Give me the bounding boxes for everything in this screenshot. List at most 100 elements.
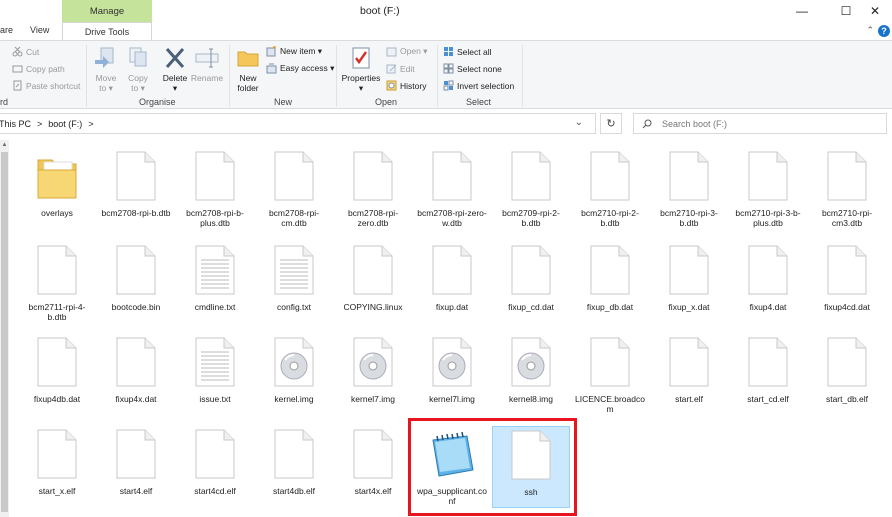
- minimize-button[interactable]: —: [785, 0, 819, 22]
- cut-button[interactable]: Cut: [12, 46, 39, 57]
- file-item[interactable]: cmdline.txt: [176, 242, 254, 312]
- file-item[interactable]: fixup4db.dat: [18, 334, 96, 404]
- file-item[interactable]: fixup_cd.dat: [492, 242, 570, 312]
- refresh-button[interactable]: ↻: [600, 113, 622, 134]
- disc-image-icon: [511, 337, 551, 387]
- paste-shortcut-icon: [13, 80, 22, 91]
- file-item[interactable]: fixup_x.dat: [650, 242, 728, 312]
- tab-share[interactable]: are: [0, 25, 13, 35]
- select-none-button[interactable]: Select none: [443, 63, 502, 74]
- scroll-up-icon[interactable]: ▲: [0, 140, 9, 150]
- file-icon: [748, 245, 788, 295]
- file-item[interactable]: bcm2710-rpi-2-b.dtb: [571, 148, 649, 228]
- file-item[interactable]: bcm2709-rpi-2-b.dtb: [492, 148, 570, 228]
- file-item[interactable]: overlays: [18, 148, 96, 218]
- new-folder-button[interactable]: New folder: [233, 46, 263, 93]
- properties-button[interactable]: Properties ▾: [340, 46, 382, 93]
- file-item[interactable]: bcm2708-rpi-b-plus.dtb: [176, 148, 254, 228]
- easy-access-button[interactable]: Easy access ▾: [266, 63, 334, 74]
- file-icon: [195, 151, 235, 201]
- move-to-button[interactable]: Move to ▾: [92, 46, 120, 93]
- file-icon: [274, 429, 314, 479]
- history-button[interactable]: History: [386, 80, 426, 91]
- file-name: cmdline.txt: [194, 302, 236, 312]
- close-button[interactable]: ✕: [858, 0, 892, 22]
- title-bar: Manage boot (F:) — ☐ ✕: [0, 0, 892, 24]
- file-item[interactable]: start.elf: [650, 334, 728, 404]
- file-item[interactable]: start4x.elf: [334, 426, 412, 496]
- file-item[interactable]: fixup4.dat: [729, 242, 807, 312]
- address-row: This PC > boot (F:) > ⌄ ↻ Search boot (F…: [0, 110, 892, 138]
- file-item[interactable]: fixup4cd.dat: [808, 242, 886, 312]
- crumb-separator[interactable]: >: [37, 119, 42, 129]
- file-item[interactable]: start_x.elf: [18, 426, 96, 496]
- crumb-separator[interactable]: >: [88, 119, 93, 129]
- window-title: boot (F:): [360, 5, 400, 17]
- file-item[interactable]: bootcode.bin: [97, 242, 175, 312]
- file-name: kernel8.img: [509, 394, 553, 404]
- file-item[interactable]: config.txt: [255, 242, 333, 312]
- file-item[interactable]: start4db.elf: [255, 426, 333, 496]
- file-item[interactable]: LICENCE.broadcom: [571, 334, 649, 414]
- rename-button[interactable]: Rename: [190, 46, 224, 83]
- address-bar[interactable]: This PC > boot (F:) > ⌄: [0, 113, 596, 134]
- file-item[interactable]: fixup_db.dat: [571, 242, 649, 312]
- file-item[interactable]: bcm2710-rpi-3-b.dtb: [650, 148, 728, 228]
- crumb-this-pc[interactable]: This PC: [0, 119, 31, 129]
- delete-x-icon: [165, 48, 185, 68]
- copy-path-button[interactable]: Copy path: [12, 63, 65, 74]
- file-name: COPYING.linux: [343, 302, 403, 312]
- new-item-button[interactable]: New item ▾: [266, 46, 322, 57]
- copy-to-button[interactable]: Copy to ▾: [124, 46, 152, 93]
- address-dropdown-icon[interactable]: ⌄: [575, 117, 583, 128]
- file-item[interactable]: kernel.img: [255, 334, 333, 404]
- file-item[interactable]: bcm2710-rpi-cm3.dtb: [808, 148, 886, 228]
- select-all-button[interactable]: Select all: [443, 46, 492, 57]
- file-item[interactable]: fixup4x.dat: [97, 334, 175, 404]
- help-icon[interactable]: ?: [878, 25, 890, 37]
- file-name: bcm2708-rpi-zero.dtb: [347, 208, 399, 228]
- crumb-boot[interactable]: boot (F:): [48, 119, 82, 129]
- file-item[interactable]: start4cd.elf: [176, 426, 254, 496]
- file-icon: [274, 151, 314, 201]
- new-item-icon: [266, 46, 276, 57]
- invert-selection-button[interactable]: Invert selection: [443, 80, 514, 91]
- file-view: ▲ overlays bcm2708-rpi-b.dtb bcm2708-rpi-b…: [0, 140, 892, 517]
- file-item[interactable]: issue.txt: [176, 334, 254, 404]
- file-item[interactable]: COPYING.linux: [334, 242, 412, 312]
- vertical-scrollbar[interactable]: ▲: [0, 140, 9, 517]
- file-icon: [116, 151, 156, 201]
- tab-view[interactable]: View: [30, 25, 49, 35]
- file-icon: [590, 245, 630, 295]
- file-item[interactable]: kernel7.img: [334, 334, 412, 404]
- file-name: start_db.elf: [825, 394, 869, 404]
- file-item[interactable]: bcm2708-rpi-zero.dtb: [334, 148, 412, 228]
- file-item[interactable]: kernel7l.img: [413, 334, 491, 404]
- file-item[interactable]: bcm2711-rpi-4-b.dtb: [18, 242, 96, 322]
- tab-drive-tools[interactable]: Drive Tools: [62, 22, 152, 40]
- scroll-thumb[interactable]: [1, 152, 8, 512]
- file-icon: [116, 245, 156, 295]
- file-item[interactable]: bcm2708-rpi-zero-w.dtb: [413, 148, 491, 228]
- file-item[interactable]: kernel8.img: [492, 334, 570, 404]
- file-item[interactable]: fixup.dat: [413, 242, 491, 312]
- paste-shortcut-button[interactable]: Paste shortcut: [12, 80, 80, 91]
- move-to-icon: [95, 47, 114, 68]
- select-group-label: Select: [466, 97, 492, 107]
- file-item[interactable]: start_db.elf: [808, 334, 886, 404]
- collapse-ribbon-icon[interactable]: ⌃: [866, 25, 874, 36]
- delete-button[interactable]: Delete ▾: [160, 46, 190, 93]
- file-name: overlays: [41, 208, 73, 218]
- contextual-tab-header: Manage: [62, 0, 152, 23]
- file-name: fixup_x.dat: [668, 302, 710, 312]
- file-item[interactable]: bcm2710-rpi-3-b-plus.dtb: [729, 148, 807, 228]
- search-input[interactable]: Search boot (F:): [633, 113, 887, 134]
- file-icon: [511, 245, 551, 295]
- edit-button[interactable]: Edit: [386, 63, 415, 74]
- file-item[interactable]: bcm2708-rpi-b.dtb: [97, 148, 175, 218]
- file-item[interactable]: start_cd.elf: [729, 334, 807, 404]
- file-item[interactable]: bcm2708-rpi-cm.dtb: [255, 148, 333, 228]
- file-item[interactable]: start4.elf: [97, 426, 175, 496]
- open-button[interactable]: Open ▾: [386, 46, 427, 57]
- file-icon: [748, 337, 788, 387]
